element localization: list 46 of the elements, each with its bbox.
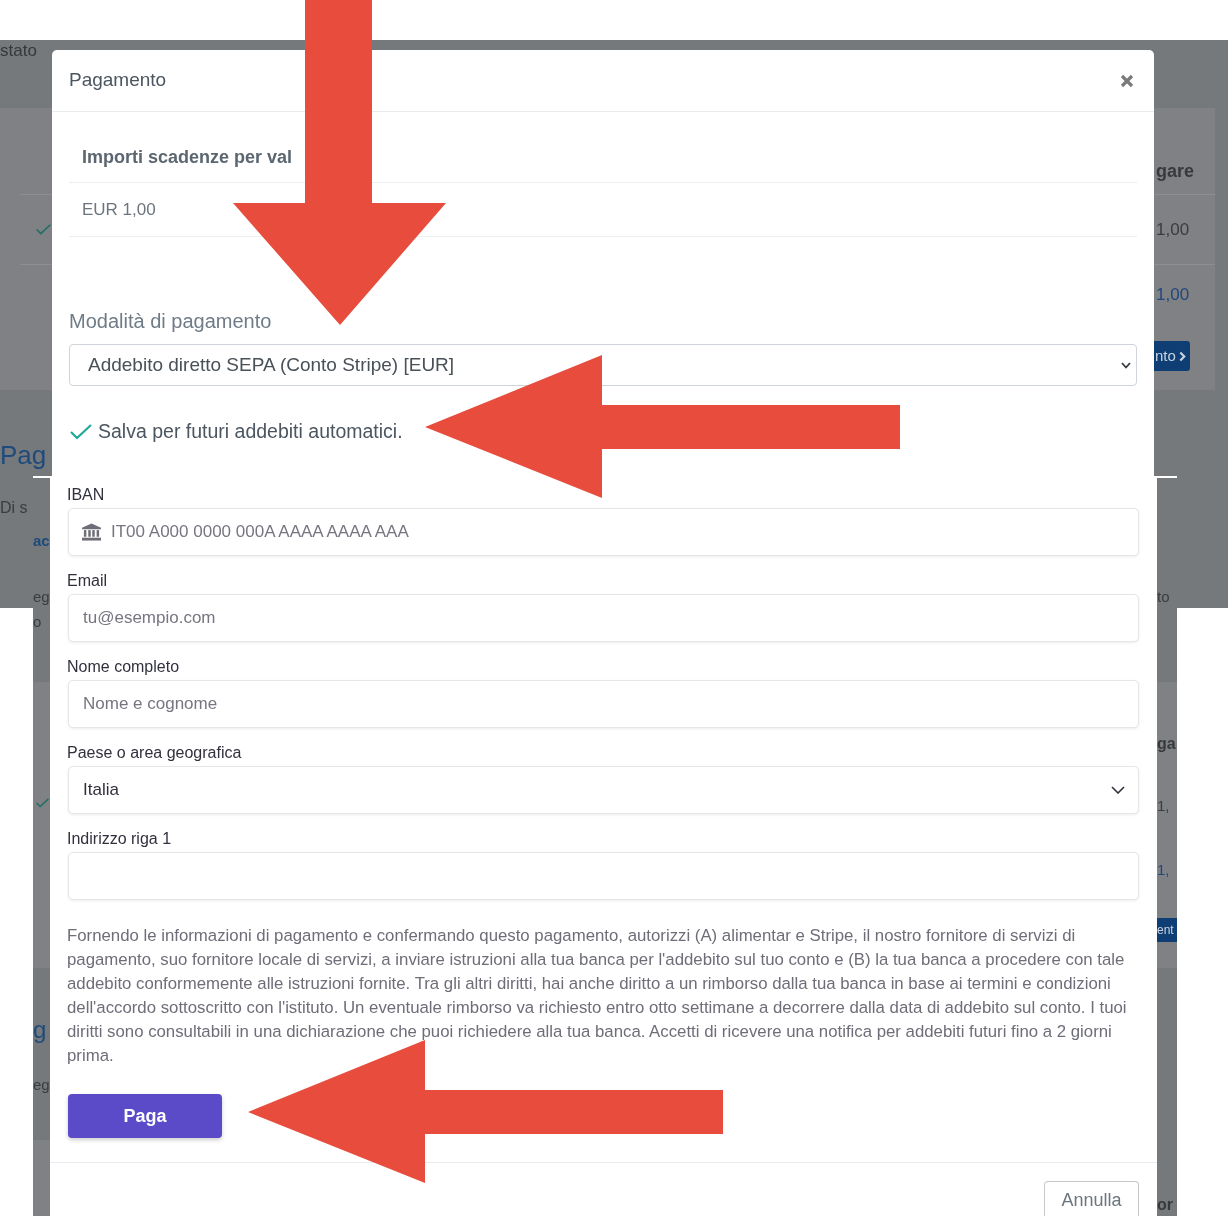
cancel-button[interactable]: Annulla	[1044, 1181, 1139, 1216]
body-text: to	[1157, 588, 1170, 606]
body-text: Di s	[0, 498, 28, 518]
country-select[interactable]: Italia	[68, 766, 1139, 814]
field-label: Email	[67, 572, 107, 590]
body-text: eg	[33, 588, 50, 606]
check-icon	[36, 798, 49, 808]
table-cell-text: EUR 1,00	[82, 198, 156, 221]
mandate-text: Fornendo le informazioni di pagamento e confermando questo pagamento, autorizzi (A) alimentar e Stripe, il nostro fornitore di servizi di pagamento, suo fornitore locale di servizi, a inviare istruzioni alla tua banca per l'addebito sul tuo conto e (B) la tua banca a procedere con tale addebito conformemente alle istruzioni fornite. Tra gli altri diritti, hai anche diritto a un rimborso dalla tua banca in base ai termini e condizioni dell'accordo sottoscritto con l'istituto. Un eventuale rimborso va richiesto entro otto settimane a decorrere dalla data di addebito sul conto. I tuoi diritti sono consultabili in una dichiarazione che puoi richiedere alla tua banca. Accetti di ricevere una notifica per addebiti futuri fino a 2 giorni prima.	[67, 925, 1128, 1067]
iban-field[interactable]: IT00 A000 0000 000A AAAA AAAA AAA	[68, 508, 1139, 556]
field-label: Indirizzo riga 1	[67, 830, 172, 848]
input-field[interactable]	[68, 852, 1139, 900]
notice-text: stato	[0, 41, 37, 61]
bank-icon	[82, 523, 101, 541]
field-label: IBAN	[67, 486, 105, 504]
option-label: Salva per futuri addebiti automatici.	[98, 419, 403, 444]
field-label: Modalità di pagamento	[69, 310, 272, 332]
chevron-right-icon	[1178, 350, 1186, 362]
input-field[interactable]: tu@esempio.com	[68, 594, 1139, 642]
modal-title: Pagamento	[69, 68, 167, 93]
amount-text: 1,	[1157, 861, 1170, 879]
check-icon[interactable]	[70, 423, 92, 440]
table-header: Importi scadenze per val	[82, 146, 293, 169]
close-icon	[1120, 73, 1134, 88]
payment-method-select[interactable]: Addebito diretto SEPA (Conto Stripe) [EUR]	[69, 344, 1137, 386]
field-label: Nome completo	[67, 658, 180, 676]
title-text: ac	[33, 531, 50, 551]
chevron-down-icon	[1121, 361, 1131, 369]
body-text: eg	[33, 1076, 50, 1094]
forward-button[interactable]: nto	[1154, 341, 1190, 371]
amount-text: 1,00	[1156, 284, 1190, 307]
amount-text: 1,	[1157, 797, 1170, 815]
section-heading: Pag	[0, 440, 47, 470]
input-field[interactable]: Nome e cognome	[68, 680, 1139, 728]
pay-button[interactable]: Paga	[68, 1094, 222, 1138]
column-heading: or	[1157, 1195, 1173, 1215]
forward-button[interactable]: ent	[1157, 918, 1177, 942]
column-heading: gare	[1156, 160, 1195, 182]
chevron-down-icon	[1111, 786, 1125, 794]
field-label: Paese o area geografica	[67, 744, 242, 762]
check-icon	[36, 224, 51, 235]
section-heading: g	[33, 1015, 47, 1045]
close-button[interactable]	[1120, 73, 1134, 88]
body-text: o	[33, 613, 42, 631]
column-heading: ga	[1157, 734, 1176, 754]
amount-text: 1,00	[1156, 218, 1190, 241]
